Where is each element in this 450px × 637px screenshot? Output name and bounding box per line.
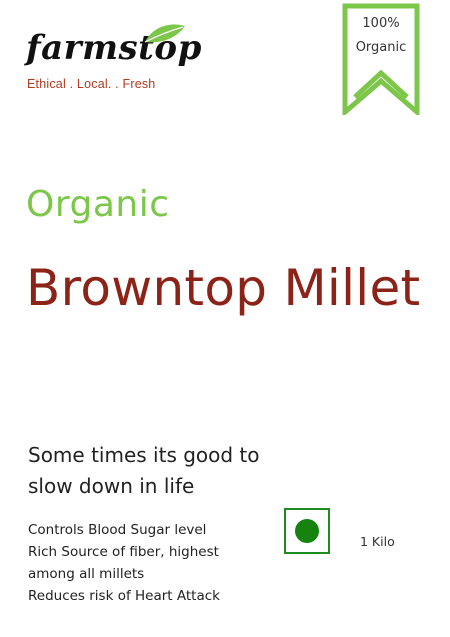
- brand-tagline: Ethical . Local. . Fresh: [27, 77, 156, 91]
- brand-logo: farmstop: [26, 22, 201, 80]
- benefits-list: Controls Blood Sugar level Rich Source o…: [28, 519, 248, 607]
- benefit-item: Controls Blood Sugar level: [28, 522, 207, 538]
- badge-percent: 100%: [362, 16, 400, 31]
- product-qualifier: Organic: [26, 184, 170, 225]
- leaf-icon: [144, 24, 185, 43]
- net-weight: 1 Kilo: [360, 534, 395, 549]
- product-slogan: Some times its good to slow down in life: [28, 443, 260, 498]
- benefit-item: Rich Source of fiber, highest among all …: [28, 544, 219, 582]
- veg-symbol-icon: [284, 508, 330, 554]
- benefit-item: Reduces risk of Heart Attack: [28, 588, 220, 604]
- product-name: Browntop Millet: [26, 259, 421, 317]
- badge-label: Organic: [355, 40, 407, 55]
- veg-dot: [295, 519, 319, 543]
